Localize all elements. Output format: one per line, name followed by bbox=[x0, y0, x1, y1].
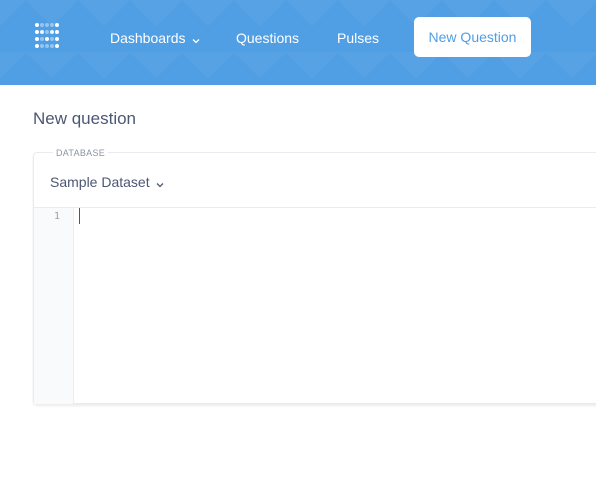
top-navbar: Dashboards Questions Pulses New Question bbox=[0, 0, 596, 85]
nav-pulses[interactable]: Pulses bbox=[337, 28, 379, 48]
nav-questions[interactable]: Questions bbox=[236, 28, 299, 48]
nav-dashboards-label: Dashboards bbox=[110, 30, 186, 46]
line-number-gutter bbox=[34, 208, 74, 404]
page-title: New question bbox=[33, 109, 137, 128]
line-number: 1 bbox=[54, 211, 61, 222]
database-select-value: Sample Dataset bbox=[50, 174, 150, 190]
native-query-editor: DATABASE Sample Dataset 1 bbox=[33, 148, 596, 404]
sql-code-input[interactable] bbox=[74, 208, 596, 404]
database-select[interactable]: Sample Dataset bbox=[50, 173, 164, 192]
metabase-logo-icon[interactable] bbox=[34, 22, 60, 50]
chevron-down-icon bbox=[192, 29, 200, 49]
text-cursor bbox=[79, 208, 80, 224]
chevron-down-icon bbox=[156, 174, 164, 192]
database-label: DATABASE bbox=[53, 148, 109, 158]
new-question-button[interactable]: New Question bbox=[414, 17, 531, 57]
nav-dashboards[interactable]: Dashboards bbox=[110, 28, 200, 49]
